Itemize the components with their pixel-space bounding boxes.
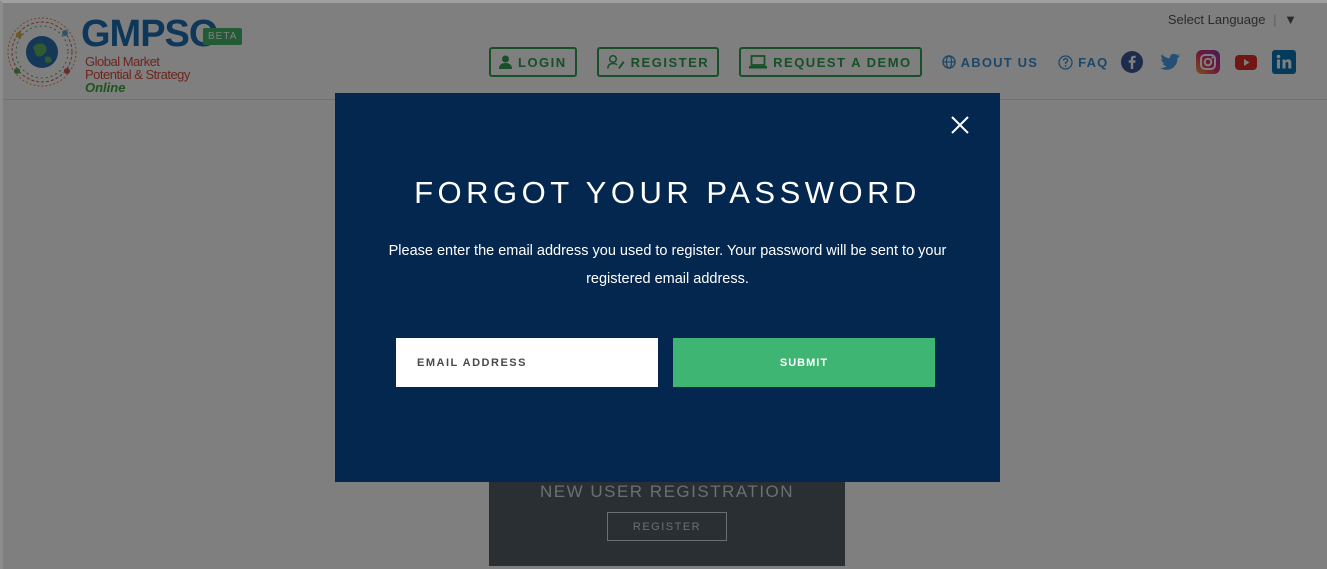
- email-input[interactable]: [396, 338, 658, 387]
- modal-title: FORGOT YOUR PASSWORD: [414, 175, 921, 210]
- modal-description: Please enter the email address you used …: [388, 243, 947, 287]
- forgot-password-modal: FORGOT YOUR PASSWORD Please enter the em…: [335, 93, 1000, 482]
- submit-button[interactable]: SUBMIT: [673, 338, 935, 387]
- close-icon[interactable]: [950, 115, 970, 135]
